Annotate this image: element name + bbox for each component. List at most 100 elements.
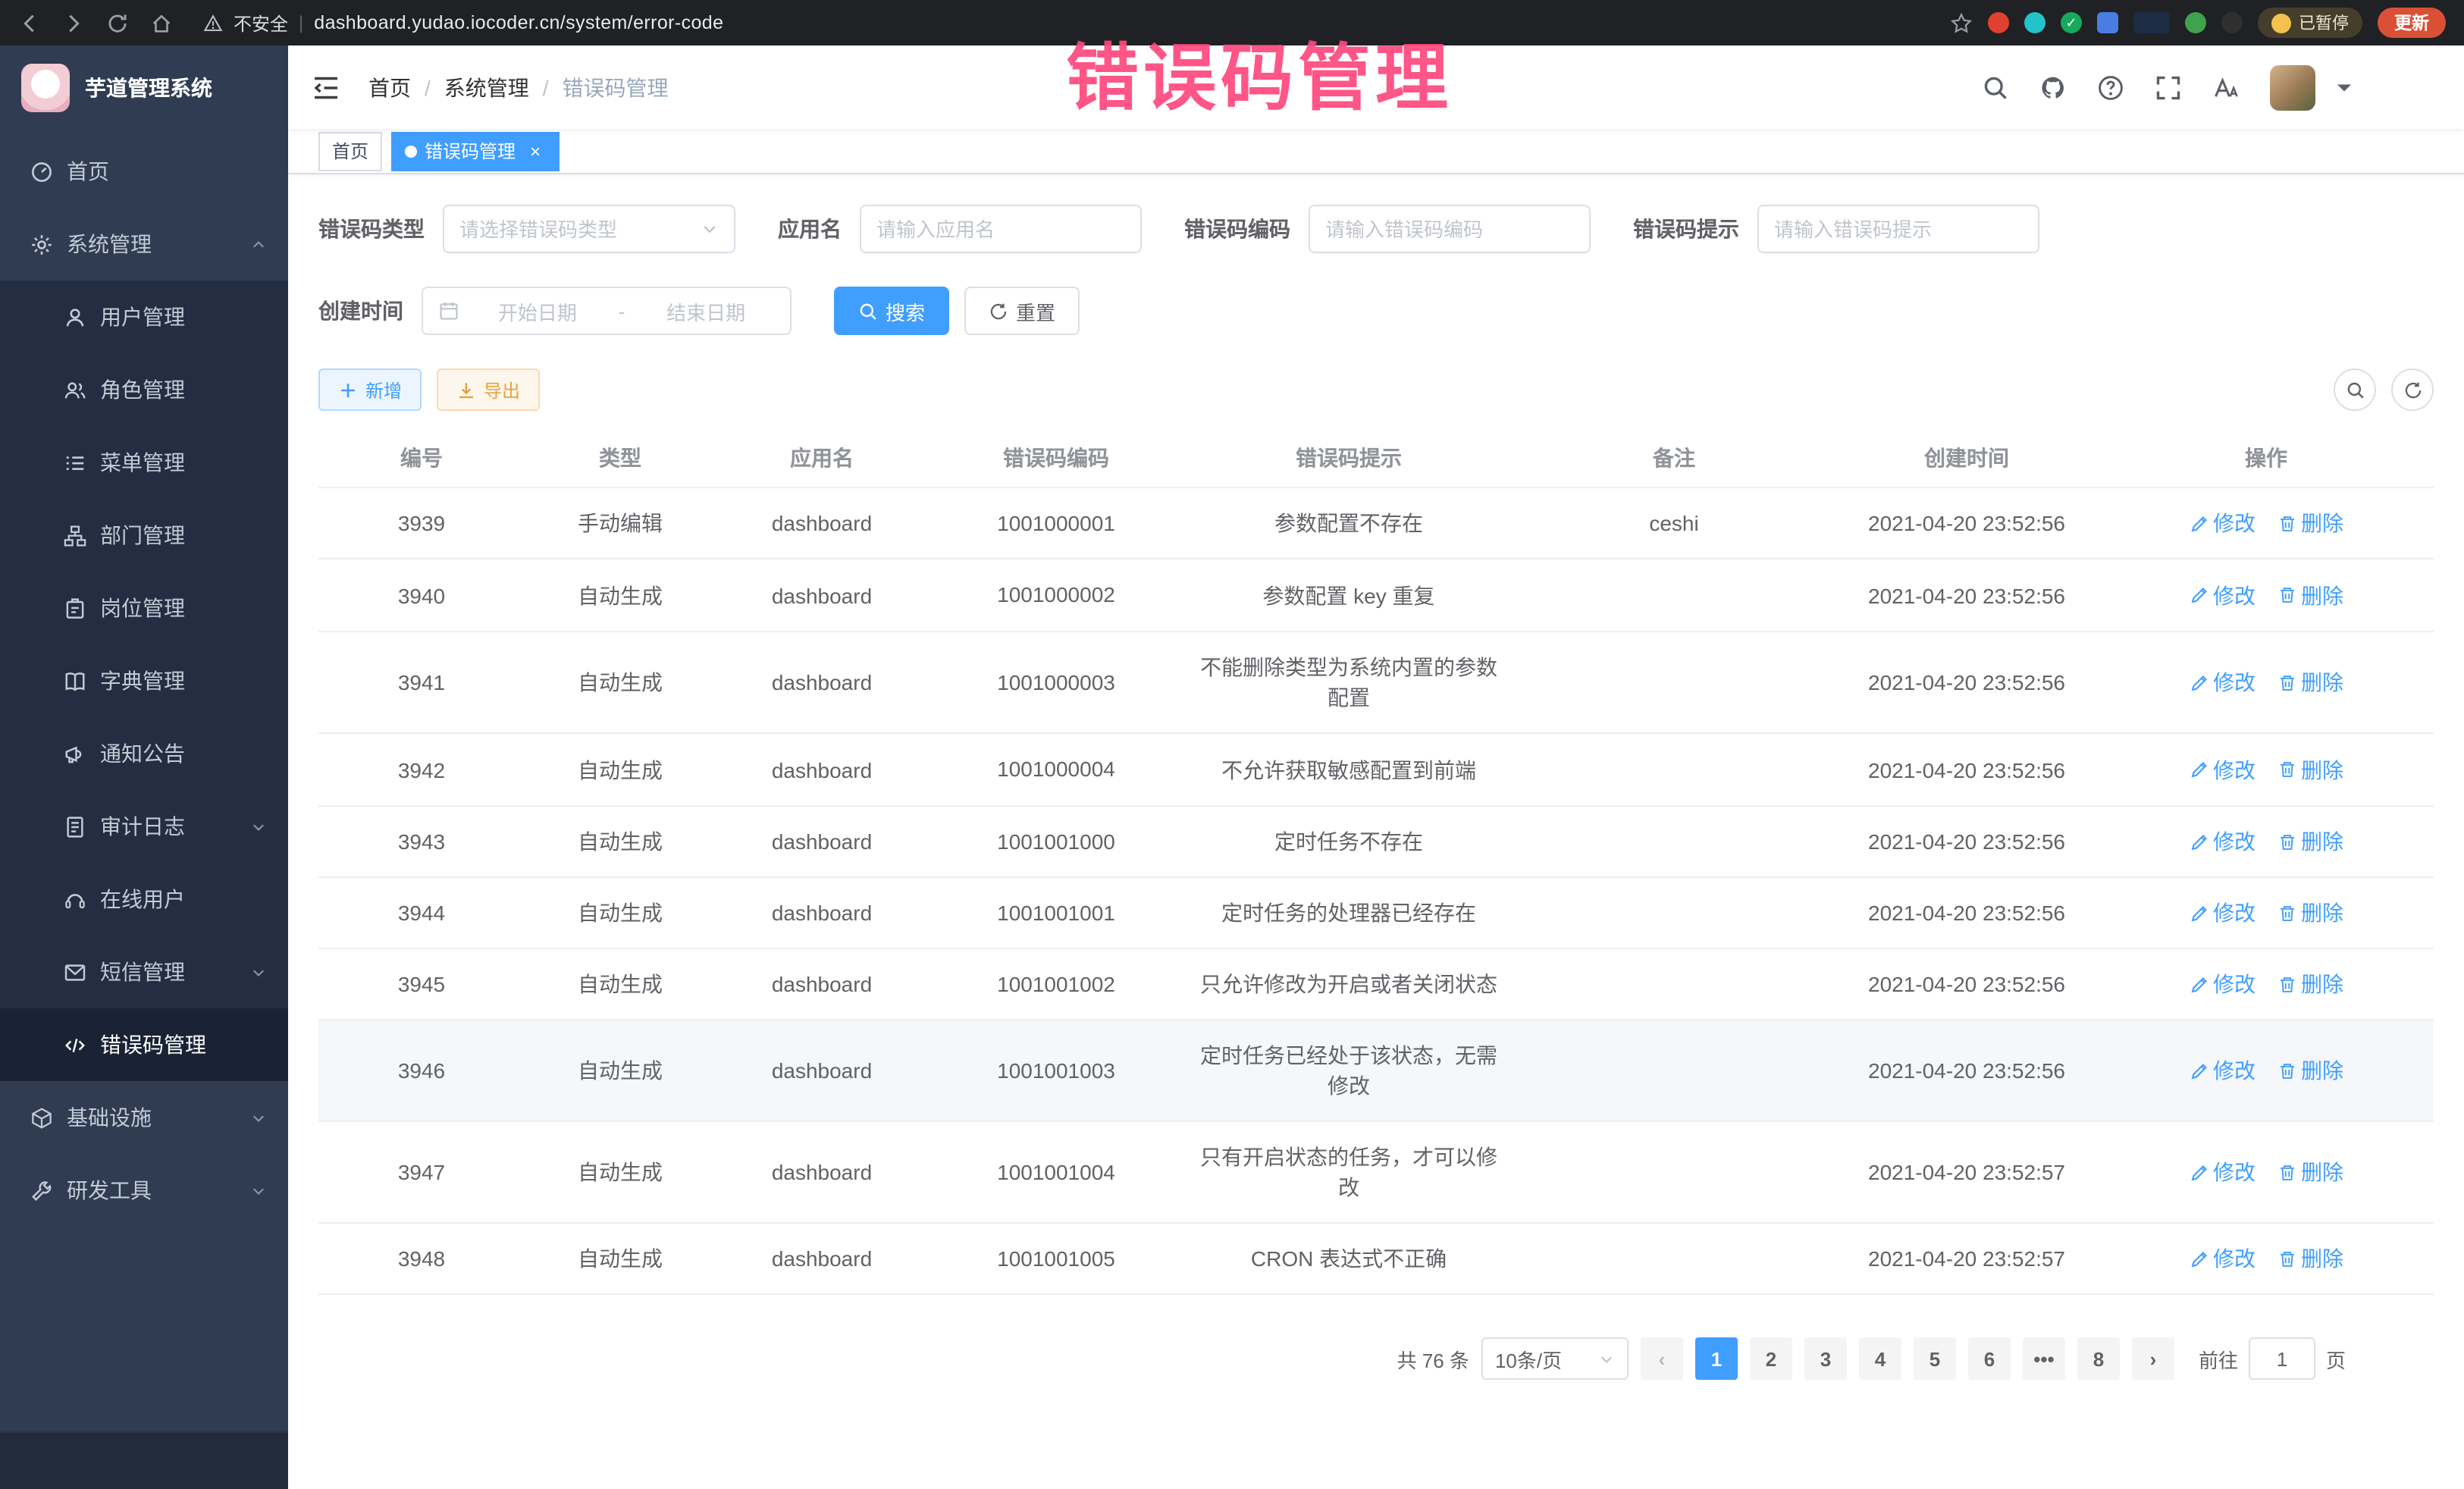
sidebar-item[interactable]: 错误码管理 <box>0 1008 288 1081</box>
sidebar-item[interactable]: 角色管理 <box>0 353 288 426</box>
extension-icon[interactable] <box>2185 12 2206 33</box>
goto-page-input[interactable] <box>2249 1337 2315 1380</box>
add-button[interactable]: 新增 <box>318 368 422 411</box>
extension-icon[interactable] <box>2221 12 2243 33</box>
sidebar-item[interactable]: 菜单管理 <box>0 426 288 499</box>
sidebar-item[interactable]: 部门管理 <box>0 499 288 572</box>
page-ellipsis-button[interactable]: ••• <box>2023 1337 2065 1380</box>
profile-paused-badge[interactable]: 已暂停 <box>2258 8 2362 38</box>
forward-icon[interactable] <box>62 11 85 34</box>
edit-link[interactable]: 修改 <box>2189 508 2256 538</box>
error-code-field[interactable] <box>1309 205 1591 253</box>
delete-link[interactable]: 删除 <box>2277 580 2343 610</box>
edit-link[interactable]: 修改 <box>2189 1157 2256 1187</box>
sidebar-item[interactable]: 首页 <box>0 135 288 208</box>
error-hint-input[interactable] <box>1774 218 2023 240</box>
font-size-icon[interactable] <box>2212 74 2240 101</box>
sidebar-item[interactable]: 研发工具 <box>0 1154 288 1227</box>
infrastructure-icon <box>30 1106 53 1129</box>
sidebar-item[interactable]: 岗位管理 <box>0 572 288 644</box>
sidebar-item[interactable]: 系统管理 <box>0 208 288 281</box>
sidebar-fold-icon[interactable] <box>311 72 341 102</box>
sidebar-item[interactable]: 通知公告 <box>0 717 288 790</box>
page-button[interactable]: 8 <box>2077 1337 2120 1380</box>
delete-link[interactable]: 删除 <box>2277 1243 2343 1274</box>
extension-icon[interactable] <box>1988 12 2009 33</box>
delete-link[interactable]: 删除 <box>2277 508 2343 538</box>
edit-link[interactable]: 修改 <box>2189 969 2256 999</box>
sidebar-footer[interactable] <box>0 1431 288 1489</box>
search-icon[interactable] <box>1982 74 2009 101</box>
export-button[interactable]: 导出 <box>437 368 540 411</box>
browser-update-button[interactable]: 更新 <box>2378 8 2446 38</box>
sidebar-item[interactable]: 用户管理 <box>0 281 288 353</box>
delete-icon <box>2277 832 2296 851</box>
cell-operations: 修改删除 <box>2099 487 2434 559</box>
delete-link[interactable]: 删除 <box>2277 667 2343 697</box>
edit-link[interactable]: 修改 <box>2189 754 2256 785</box>
sidebar-item[interactable]: 在线用户 <box>0 863 288 936</box>
sidebar-item[interactable]: 短信管理 <box>0 936 288 1008</box>
address-bar[interactable]: 不安全 | dashboard.yudao.iocoder.cn/system/… <box>203 10 1929 36</box>
edit-link[interactable]: 修改 <box>2189 1055 2256 1086</box>
plus-icon <box>338 380 358 400</box>
app-logo[interactable]: 芋道管理系统 <box>0 45 288 129</box>
user-avatar[interactable] <box>2270 64 2315 110</box>
extension-icon[interactable]: ✓ <box>2061 12 2082 33</box>
extension-icon[interactable] <box>2024 12 2045 33</box>
close-icon[interactable]: × <box>525 140 546 161</box>
search-button[interactable]: 搜索 <box>834 287 949 335</box>
sidebar-item[interactable]: 字典管理 <box>0 644 288 717</box>
help-icon[interactable] <box>2097 74 2124 101</box>
error-type-select[interactable] <box>443 205 735 253</box>
toggle-search-button[interactable] <box>2334 368 2376 411</box>
reload-icon[interactable] <box>106 11 129 34</box>
breadcrumb-system[interactable]: 系统管理 <box>444 72 529 102</box>
bookmark-star-icon[interactable] <box>1950 11 1973 34</box>
delete-link[interactable]: 删除 <box>2277 1055 2343 1086</box>
col-type: 类型 <box>525 429 716 487</box>
next-page-button[interactable]: › <box>2132 1337 2174 1380</box>
delete-link[interactable]: 删除 <box>2277 969 2343 999</box>
delete-link[interactable]: 删除 <box>2277 754 2343 785</box>
browser-home-icon[interactable] <box>150 11 173 34</box>
edit-link[interactable]: 修改 <box>2189 667 2256 697</box>
tab-home[interactable]: 首页 <box>318 131 382 171</box>
tab-error-code[interactable]: 错误码管理 × <box>391 131 560 171</box>
edit-icon <box>2189 832 2209 851</box>
edit-icon <box>2189 760 2209 779</box>
page-button[interactable]: 5 <box>1914 1337 1956 1380</box>
fullscreen-icon[interactable] <box>2155 74 2182 101</box>
back-icon[interactable] <box>18 11 41 34</box>
chevron-down-icon[interactable] <box>2331 74 2358 101</box>
delete-link[interactable]: 删除 <box>2277 898 2343 928</box>
extension-icon[interactable] <box>2133 12 2170 33</box>
page-button[interactable]: 6 <box>1968 1337 2011 1380</box>
breadcrumb-home[interactable]: 首页 <box>368 72 411 102</box>
reset-button[interactable]: 重置 <box>964 287 1080 335</box>
error-type-select-input[interactable] <box>459 218 691 240</box>
date-range-picker[interactable]: 开始日期 - 结束日期 <box>422 287 792 335</box>
sidebar-item[interactable]: 基础设施 <box>0 1081 288 1154</box>
refresh-table-button[interactable] <box>2391 368 2434 411</box>
edit-link[interactable]: 修改 <box>2189 1243 2256 1274</box>
delete-link[interactable]: 删除 <box>2277 1157 2343 1187</box>
page-button[interactable]: 1 <box>1695 1337 1738 1380</box>
app-name-field[interactable] <box>860 205 1142 253</box>
edit-link[interactable]: 修改 <box>2189 826 2256 857</box>
prev-page-button[interactable]: ‹ <box>1641 1337 1683 1380</box>
page-button[interactable]: 3 <box>1804 1337 1847 1380</box>
github-icon[interactable] <box>2039 74 2067 101</box>
app-name-input[interactable] <box>876 218 1125 240</box>
edit-link[interactable]: 修改 <box>2189 898 2256 928</box>
page-size-select[interactable]: 10条/页 <box>1481 1337 1629 1380</box>
sidebar-item-label: 菜单管理 <box>100 447 185 478</box>
extension-icon[interactable] <box>2097 12 2118 33</box>
delete-link[interactable]: 删除 <box>2277 826 2343 857</box>
page-button[interactable]: 2 <box>1750 1337 1792 1380</box>
edit-link[interactable]: 修改 <box>2189 580 2256 610</box>
sidebar-item[interactable]: 审计日志 <box>0 790 288 863</box>
error-hint-field[interactable] <box>1757 205 2039 253</box>
page-button[interactable]: 4 <box>1859 1337 1901 1380</box>
error-code-input[interactable] <box>1325 218 1574 240</box>
